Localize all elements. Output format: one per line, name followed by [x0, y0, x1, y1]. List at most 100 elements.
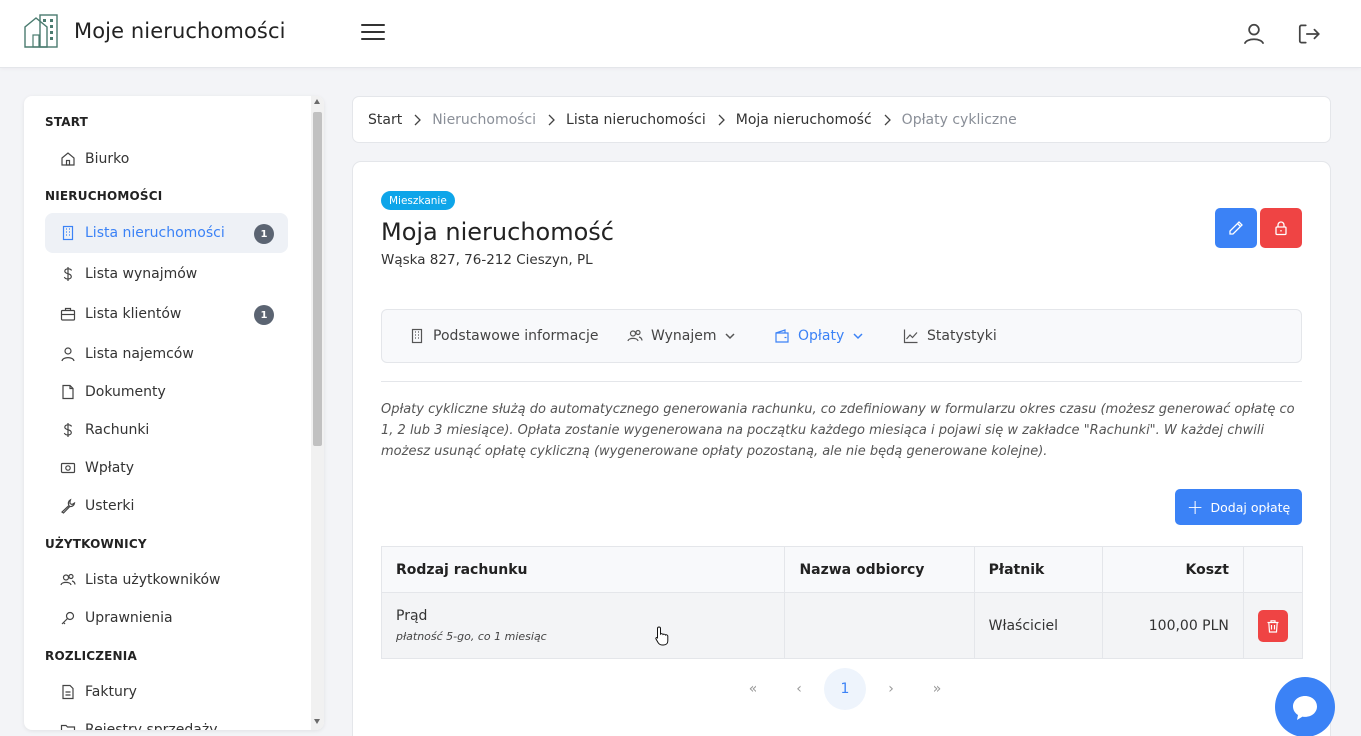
mouse-cursor-icon — [655, 626, 669, 646]
chevron-right-icon — [414, 114, 422, 125]
tabs-bar: Podstawowe informacje Wynajem Opłaty Sta… — [381, 309, 1302, 363]
add-fee-label: Dodaj opłatę — [1210, 499, 1291, 515]
tab-statystyki[interactable]: Statystyki — [903, 310, 997, 362]
count-badge: 1 — [254, 224, 274, 244]
sidebar-item-label: Uprawnienia — [85, 610, 173, 626]
sidebar-item-wplaty[interactable]: Wpłaty — [45, 448, 288, 488]
fee-details: płatność 5-go, co 1 miesiąc — [396, 630, 547, 643]
cell-cost: 100,00 PLN — [1101, 592, 1244, 659]
app-title: Moje nieruchomości — [74, 19, 286, 43]
scroll-down-arrow-icon[interactable] — [314, 719, 320, 724]
tab-wynajem[interactable]: Wynajem — [627, 310, 736, 362]
scrollbar-thumb[interactable] — [313, 112, 322, 446]
delete-button[interactable] — [1257, 609, 1288, 642]
chat-bubble-icon — [1293, 696, 1317, 720]
column-header-koszt[interactable]: Koszt — [1101, 546, 1244, 593]
sidebar-item-lista-nieruchomosci[interactable]: Lista nieruchomości 1 — [45, 213, 288, 253]
briefcase-icon — [60, 307, 76, 321]
sidebar-item-lista-najemcow[interactable]: Lista najemców — [45, 334, 288, 374]
tab-podstawowe-informacje[interactable]: Podstawowe informacje — [409, 310, 598, 362]
sidebar-item-rachunki[interactable]: Rachunki — [45, 410, 288, 450]
sidebar-item-label: Lista użytkowników — [85, 572, 221, 588]
breadcrumb-start-link[interactable]: Start — [368, 112, 402, 128]
sidebar-scrollbar[interactable] — [311, 96, 324, 730]
menu-line — [361, 24, 385, 26]
first-page-button[interactable]: « — [732, 668, 774, 710]
tab-label: Wynajem — [651, 328, 717, 344]
tab-oplaty[interactable]: Opłaty — [774, 310, 864, 362]
sidebar-item-label: Lista klientów — [85, 306, 182, 322]
sidebar-item-lista-klientow[interactable]: Lista klientów 1 — [45, 294, 288, 334]
sidebar-item-label: Wpłaty — [85, 460, 135, 476]
sidebar-item-dokumenty[interactable]: Dokumenty — [45, 372, 288, 412]
sidebar-item-label: Faktury — [85, 684, 137, 700]
last-page-button[interactable]: » — [916, 668, 958, 710]
sidebar-item-label: Lista wynajmów — [85, 266, 198, 282]
sidebar-item-label: Rachunki — [85, 422, 150, 438]
sidebar-item-usterki[interactable]: Usterki — [45, 486, 288, 526]
info-text: Opłaty cykliczne służą do automatycznego… — [381, 402, 1295, 459]
wrench-icon — [61, 498, 76, 514]
menu-toggle-button[interactable] — [361, 24, 385, 44]
dollar-icon — [63, 267, 73, 281]
page-1-button[interactable]: 1 — [824, 668, 866, 710]
sidebar-item-biurko[interactable]: Biurko — [45, 139, 288, 179]
divider — [381, 381, 1302, 382]
pagination: « ‹ 1 › » — [730, 668, 960, 710]
sidebar-section-nieruchomosci: NIERUCHOMOŚCI — [45, 189, 163, 203]
building-icon — [62, 225, 74, 241]
sidebar: START Biurko NIERUCHOMOŚCI Lista nieruch… — [24, 96, 324, 730]
sidebar-item-rejestry-sprzedazy[interactable]: Rejestry sprzedaży — [45, 710, 288, 730]
sidebar-item-label: Lista najemców — [85, 346, 194, 362]
property-card: Mieszkanie Moja nieruchomość Wąska 827, … — [352, 161, 1331, 736]
next-page-button[interactable]: › — [870, 668, 912, 710]
menu-line — [361, 31, 385, 33]
add-fee-button[interactable]: + Dodaj opłatę — [1175, 489, 1302, 525]
logout-icon[interactable] — [1296, 21, 1322, 47]
cell-payer: Właściciel — [973, 592, 1103, 659]
users-icon — [627, 329, 643, 342]
users-icon — [60, 573, 76, 586]
fees-table: Rodzaj rachunku Nazwa odbiorcy Płatnik K… — [380, 546, 1304, 659]
sidebar-item-uprawnienia[interactable]: Uprawnienia — [45, 598, 288, 638]
cell-actions — [1242, 592, 1304, 659]
top-bar: Moje nieruchomości — [0, 0, 1361, 68]
sidebar-item-label: Usterki — [85, 498, 135, 514]
sidebar-item-label: Dokumenty — [85, 384, 166, 400]
chevron-right-icon — [884, 114, 891, 125]
cell-type: Prąd płatność 5-go, co 1 miesiąc — [380, 592, 786, 659]
column-header-rodzaj[interactable]: Rodzaj rachunku — [380, 546, 786, 593]
cell-recipient — [784, 592, 975, 659]
edit-button[interactable] — [1215, 208, 1257, 248]
chat-button[interactable] — [1275, 677, 1335, 736]
scroll-up-arrow-icon[interactable] — [314, 99, 320, 104]
user-icon — [61, 347, 75, 362]
user-profile-icon[interactable] — [1241, 21, 1267, 47]
prev-page-button[interactable]: ‹ — [778, 668, 820, 710]
chevron-right-icon — [718, 114, 725, 125]
folder-icon — [60, 724, 76, 730]
line-chart-icon — [903, 329, 918, 344]
breadcrumb: Start Nieruchomości Lista nieruchomości … — [352, 96, 1331, 143]
sidebar-item-lista-uzytkownikow[interactable]: Lista użytkowników — [45, 560, 288, 600]
sidebar-item-lista-wynajmow[interactable]: Lista wynajmów — [45, 254, 288, 294]
breadcrumb-current: Opłaty cykliczne — [901, 111, 1017, 128]
column-header-platnik[interactable]: Płatnik — [973, 546, 1103, 593]
count-badge: 1 — [254, 305, 274, 325]
breadcrumb-lista-nieruchomosci-link[interactable]: Lista nieruchomości — [566, 112, 706, 128]
cash-icon — [60, 462, 76, 474]
table-header-row: Rodzaj rachunku Nazwa odbiorcy Płatnik K… — [380, 546, 1304, 593]
breadcrumb-property-link[interactable]: Moja nieruchomość — [736, 112, 872, 128]
tab-label: Podstawowe informacje — [433, 328, 599, 344]
menu-line — [361, 38, 385, 40]
lock-icon — [1275, 221, 1287, 236]
sidebar-item-faktury[interactable]: Faktury — [45, 672, 288, 712]
property-name: Moja nieruchomość — [381, 218, 614, 246]
dollar-icon — [63, 423, 73, 437]
lock-button[interactable] — [1260, 208, 1302, 248]
column-header-odbiorca[interactable]: Nazwa odbiorcy — [784, 546, 975, 593]
sidebar-section-uzytkownicy: UŻYTKOWNICY — [45, 537, 147, 551]
breadcrumb-nieruchomosci: Nieruchomości — [432, 111, 537, 128]
table-row[interactable]: Prąd płatność 5-go, co 1 miesiąc Właścic… — [380, 592, 1304, 659]
pencil-icon — [1229, 221, 1243, 235]
